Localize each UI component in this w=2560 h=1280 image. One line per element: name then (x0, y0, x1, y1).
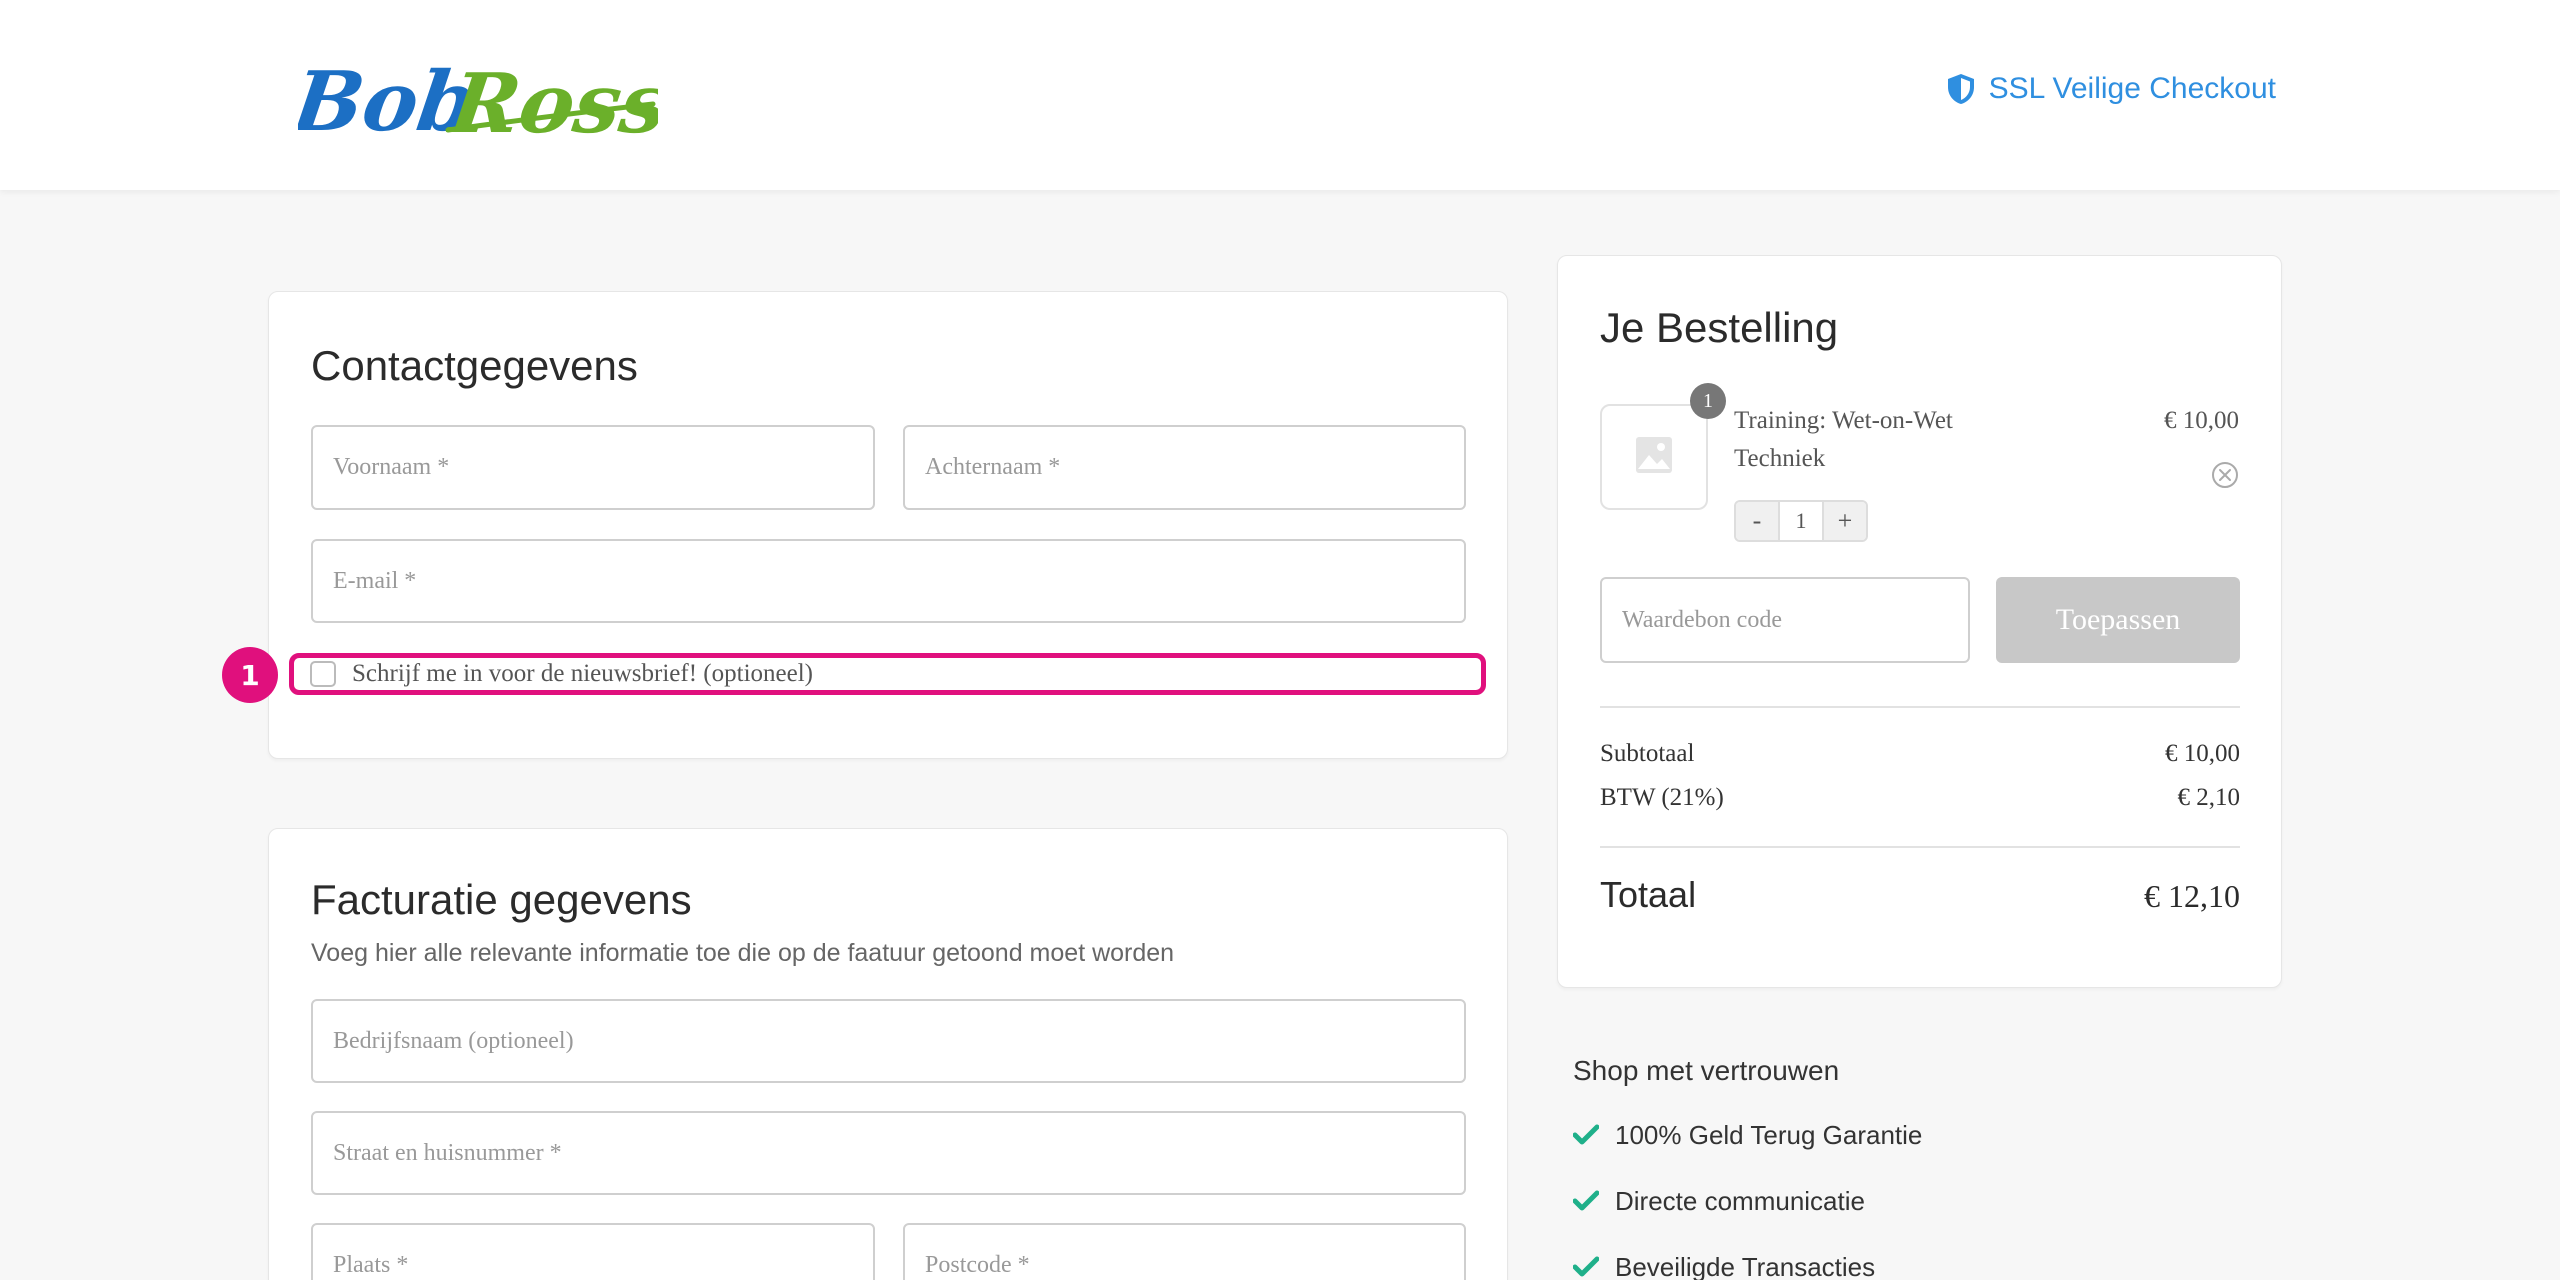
billing-card: Facturatie gegevens Voeg hier alle relev… (268, 828, 1508, 1280)
trust-section: Shop met vertrouwen 100% Geld Terug Gara… (1573, 1055, 2273, 1280)
summary-divider (1600, 706, 2240, 708)
trust-item-label: 100% Geld Terug Garantie (1615, 1119, 1923, 1150)
product-thumbnail (1600, 404, 1708, 510)
shield-icon (1947, 73, 1975, 105)
email-input[interactable] (333, 541, 1464, 621)
remove-item-icon[interactable] (2211, 461, 2239, 489)
subtotal-label: Subtotaal (1600, 740, 1695, 767)
billing-title: Facturatie gegevens (311, 876, 692, 923)
subtotal-value: € 10,00 (2165, 740, 2240, 767)
company-field[interactable] (311, 999, 1466, 1083)
coupon-field[interactable] (1600, 577, 1970, 663)
trust-title: Shop met vertrouwen (1573, 1055, 1840, 1086)
contact-title: Contactgegevens (311, 342, 638, 389)
trust-item-label: Directe communicatie (1615, 1185, 1865, 1216)
trust-item: 100% Geld Terug Garantie (1573, 1117, 2273, 1153)
vat-value: € 2,10 (2177, 784, 2241, 811)
trust-item: Beveiligde Transacties (1573, 1249, 2273, 1280)
coupon-input[interactable] (1622, 579, 1968, 661)
newsletter-checkbox[interactable] (310, 661, 336, 687)
first-name-field[interactable] (311, 425, 875, 510)
increase-quantity-button[interactable]: + (1824, 502, 1866, 540)
site-header: Bob Ross SSL Veilige Checkout (0, 0, 2560, 190)
decrease-quantity-button[interactable]: - (1736, 502, 1778, 540)
vat-row: BTW (21%) € 2,10 (1600, 784, 2240, 812)
company-input[interactable] (333, 1001, 1464, 1081)
last-name-field[interactable] (903, 425, 1466, 510)
apply-coupon-button[interactable]: Toepassen (1996, 577, 2240, 663)
trust-item-label: Beveiligde Transacties (1615, 1251, 1876, 1280)
quantity-badge: 1 (1690, 383, 1726, 419)
order-title: Je Bestelling (1600, 304, 1839, 351)
svg-text:Ross: Ross (443, 56, 658, 150)
first-name-input[interactable] (333, 427, 873, 508)
billing-subtitle: Voeg hier alle relevante informatie toe … (311, 939, 1175, 967)
ssl-label: SSL Veilige Checkout (1988, 72, 2276, 105)
city-field[interactable] (311, 1223, 875, 1280)
bob-ross-logo[interactable]: Bob Ross (298, 46, 658, 150)
street-input[interactable] (333, 1113, 1464, 1193)
total-row: Totaal € 12,10 (1600, 874, 2240, 916)
total-label: Totaal (1600, 874, 1697, 915)
checkmark-icon (1573, 1124, 1599, 1146)
image-placeholder-icon (1634, 435, 1674, 480)
street-field[interactable] (311, 1111, 1466, 1195)
newsletter-option-highlight[interactable]: Schrijf me in voor de nieuwsbrief! (opti… (289, 653, 1486, 695)
email-field[interactable] (311, 539, 1466, 623)
postcode-input[interactable] (925, 1225, 1464, 1280)
product-price: € 10,00 (2164, 407, 2239, 434)
order-summary-card: Je Bestelling 1 Training: Wet-on-Wet Tec… (1557, 255, 2282, 988)
ssl-secure-checkout: SSL Veilige Checkout (1947, 72, 2276, 106)
checkmark-icon (1573, 1256, 1599, 1278)
city-input[interactable] (333, 1225, 873, 1280)
vat-label: BTW (21%) (1600, 784, 1724, 811)
newsletter-label[interactable]: Schrijf me in voor de nieuwsbrief! (opti… (352, 660, 813, 688)
annotation-badge: 1 (222, 647, 278, 703)
contact-card: Contactgegevens Schrijf me in voor de ni… (268, 291, 1508, 759)
checkmark-icon (1573, 1190, 1599, 1212)
trust-item: Directe communicatie (1573, 1183, 2273, 1219)
postcode-field[interactable] (903, 1223, 1466, 1280)
subtotal-row: Subtotaal € 10,00 (1600, 740, 2240, 768)
quantity-stepper[interactable]: - 1 + (1734, 500, 1868, 542)
product-name: Training: Wet-on-Wet Techniek (1734, 407, 1953, 472)
total-value: € 12,10 (2144, 878, 2240, 914)
total-divider (1600, 846, 2240, 848)
last-name-input[interactable] (925, 427, 1464, 508)
quantity-value[interactable]: 1 (1778, 502, 1824, 540)
